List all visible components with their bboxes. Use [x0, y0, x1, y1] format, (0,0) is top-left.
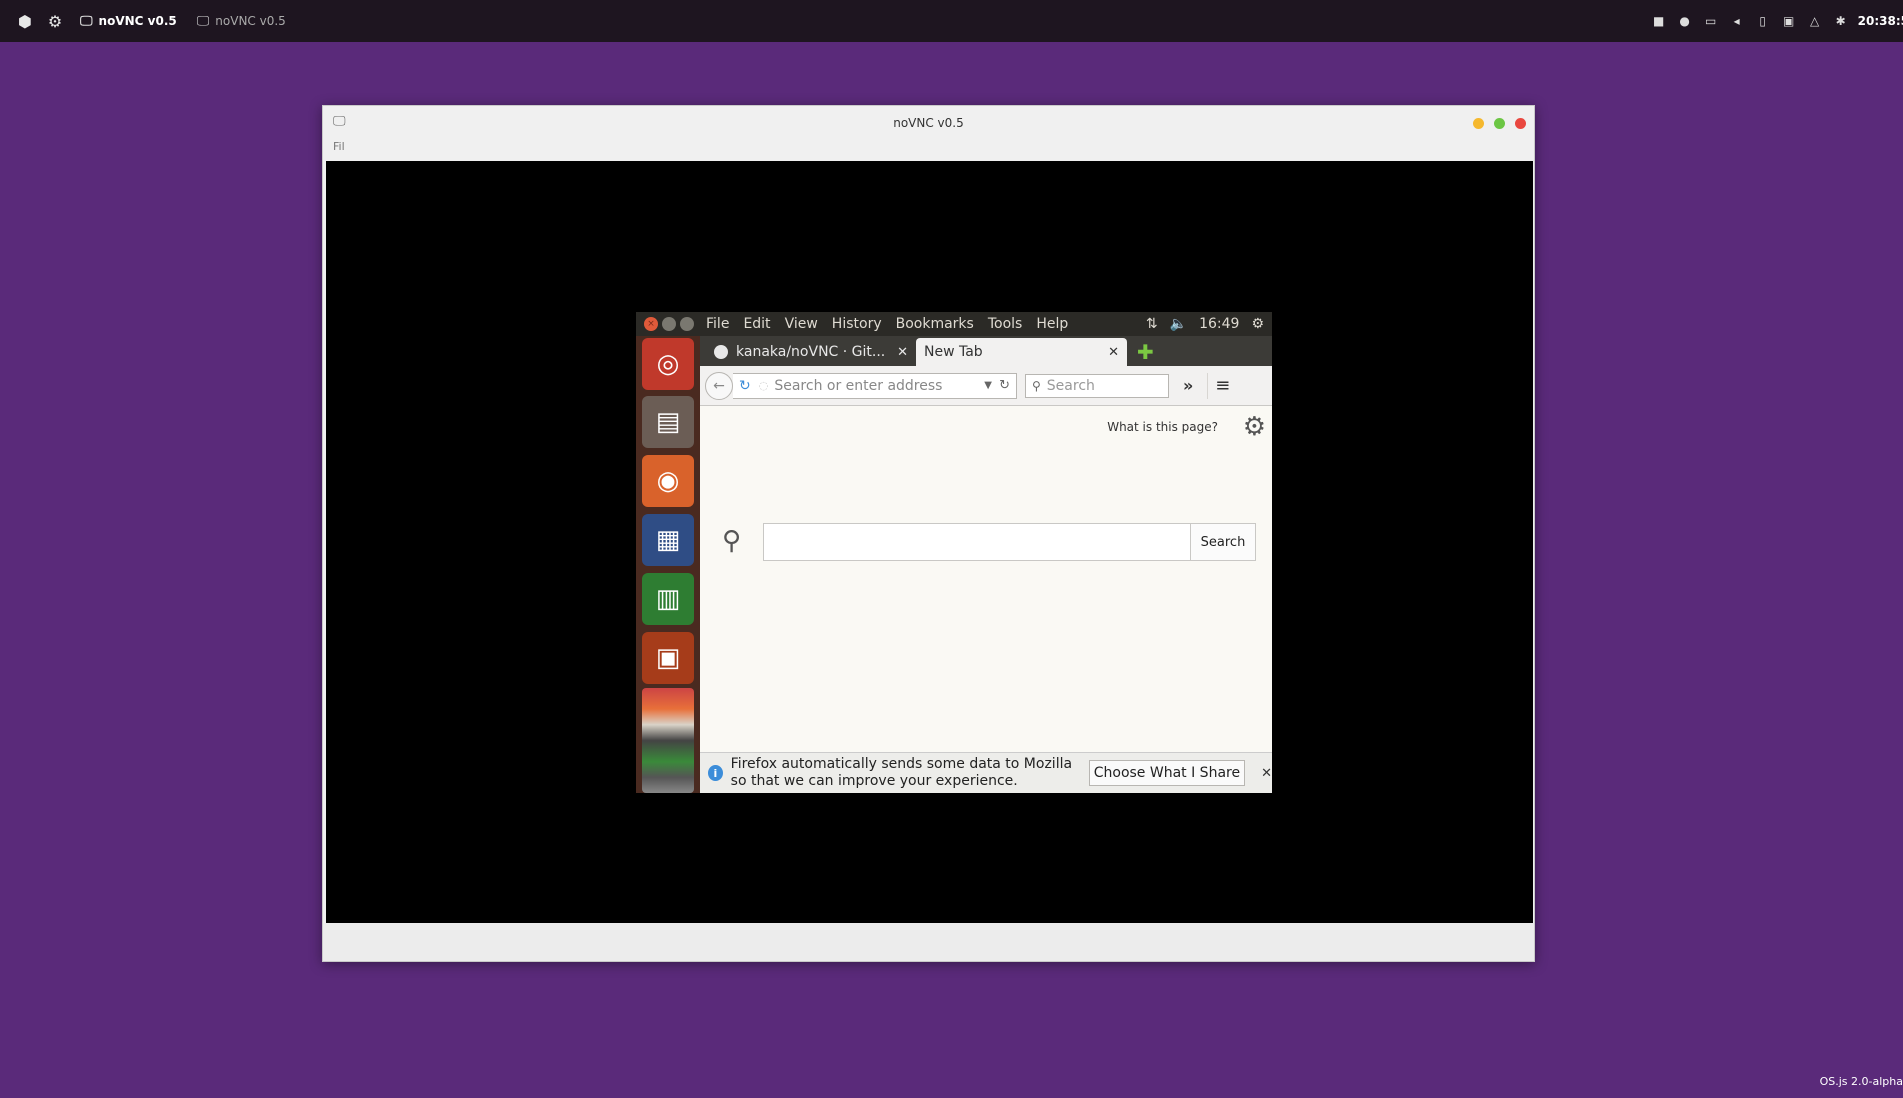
tab-close-icon[interactable]: ✕ [897, 345, 908, 360]
new-tab-page: What is this page? ⚙ ⚲ Search [700, 406, 1272, 752]
dropdown-arrow-icon[interactable]: ▼ [984, 380, 992, 391]
volume-icon[interactable]: ◂ [1728, 12, 1746, 30]
osjs-version-label: OS.js 2.0-alpha [1820, 1075, 1903, 1088]
choose-what-i-share-button[interactable]: Choose What I Share [1088, 760, 1246, 786]
back-button[interactable]: ← [705, 371, 733, 400]
monitor-icon: 🖵 [80, 13, 93, 29]
firefox-navbar: ← ↻ ◌ Search or enter address ▼ ↻ ⚲ Sear… [700, 366, 1272, 406]
newtab-settings-gear-icon[interactable]: ⚙ [1243, 412, 1266, 442]
tab-close-icon[interactable]: ✕ [1108, 345, 1119, 360]
menu-bookmarks[interactable]: Bookmarks [896, 316, 974, 332]
taskbar-window-novnc-2[interactable]: 🖵 noVNC v0.5 [187, 0, 296, 42]
user-icon[interactable]: ● [1676, 12, 1694, 30]
close-button[interactable] [1515, 118, 1526, 129]
settings-gear-icon[interactable]: ⚙ [40, 6, 70, 36]
version-text: OS.js 2.0-alpha [1819, 1075, 1903, 1088]
url-placeholder: Search or enter address [774, 377, 943, 394]
newtab-search-button[interactable]: Search [1191, 523, 1256, 561]
search-icon: ⚲ [1032, 378, 1041, 393]
search-placeholder: Search [1046, 377, 1095, 394]
files-icon[interactable]: ▤ [642, 396, 694, 448]
menu-help[interactable]: Help [1036, 316, 1068, 332]
ubuntu-dash-icon[interactable]: ◎ [642, 338, 694, 390]
tab-label: kanaka/noVNC · Git... [736, 344, 886, 360]
panel-tray: ■ ● ▭ ◂ ▯ ▣ △ ✱ 20:38:5 [1650, 0, 1903, 42]
window-title: noVNC v0.5 [893, 116, 964, 130]
search-icon: ⚲ [722, 526, 742, 556]
what-is-this-page-link[interactable]: What is this page? [1107, 420, 1218, 434]
novnc-window: 🖵 noVNC v0.5 Fil × File Edit View Histor… [322, 105, 1535, 962]
data-sharing-notification: i Firefox automatically sends some data … [700, 752, 1272, 793]
monitor-icon: 🖵 [333, 114, 346, 129]
launcher-more-apps-icon[interactable] [642, 688, 694, 793]
overflow-chevron-icon[interactable]: » [1183, 376, 1193, 395]
hamburger-menu-icon[interactable]: ≡ [1207, 372, 1233, 399]
menu-history[interactable]: History [832, 316, 882, 332]
globe-icon: ◌ [758, 379, 769, 392]
libreoffice-writer-icon[interactable]: ▦ [642, 514, 694, 566]
system-gear-icon[interactable]: ⚙ [1251, 316, 1264, 332]
search-bar[interactable]: ⚲ Search [1025, 373, 1169, 398]
panel-clock[interactable]: 20:38:5 [1858, 14, 1903, 28]
os-panel: ⬢ ⚙ 🖵 noVNC v0.5 🖵 noVNC v0.5 ■ ● ▭ ◂ ▯ … [0, 0, 1903, 42]
menu-edit[interactable]: Edit [743, 316, 770, 332]
firefox-icon[interactable]: ◉ [642, 455, 694, 507]
remote-clock[interactable]: 16:49 [1199, 316, 1239, 332]
info-icon: i [708, 765, 723, 781]
go-reload-icon[interactable]: ↻ [999, 378, 1010, 393]
reload-icon[interactable]: ↻ [739, 378, 751, 394]
window-titlebar[interactable]: 🖵 noVNC v0.5 [323, 106, 1534, 140]
menu-tools[interactable]: Tools [988, 316, 1023, 332]
window-statusbar [323, 923, 1534, 961]
tab-new-tab[interactable]: New Tab ✕ [916, 338, 1127, 366]
remote-desktop[interactable]: × File Edit View History Bookmarks Tools… [636, 312, 1272, 793]
window-icon[interactable]: ▣ [1780, 12, 1798, 30]
wifi-icon[interactable]: △ [1806, 12, 1824, 30]
libreoffice-impress-icon[interactable]: ▣ [642, 632, 694, 684]
remote-maximize-button[interactable] [680, 317, 694, 331]
maximize-button[interactable] [1494, 118, 1505, 129]
notification-close-icon[interactable]: ✕ [1261, 766, 1272, 781]
vnc-canvas[interactable]: × File Edit View History Bookmarks Tools… [326, 161, 1533, 924]
monitor-icon: 🖵 [196, 13, 210, 29]
newtab-search-input[interactable] [763, 523, 1191, 561]
taskbar-window-label: noVNC v0.5 [98, 14, 177, 28]
taskbar-window-label: noVNC v0.5 [215, 14, 286, 28]
tab-label: New Tab [924, 344, 983, 360]
remote-close-button[interactable]: × [644, 317, 658, 331]
remote-menubar: × File Edit View History Bookmarks Tools… [636, 312, 1272, 336]
window-menubar: Fil [323, 140, 1534, 160]
display-icon[interactable]: ▭ [1702, 12, 1720, 30]
taskbar-window-novnc-1[interactable]: 🖵 noVNC v0.5 [70, 0, 187, 42]
menu-file[interactable]: Fil [333, 140, 345, 153]
clipboard-icon[interactable]: ▯ [1754, 12, 1772, 30]
new-tab-button[interactable]: ✚ [1137, 338, 1154, 366]
firefox-tabstrip: kanaka/noVNC · Git... ✕ New Tab ✕ ✚ [700, 336, 1272, 366]
settings-icon[interactable]: ✱ [1832, 12, 1850, 30]
unity-launcher: ◎ ▤ ◉ ▦ ▥ ▣ [636, 336, 700, 793]
minimize-button[interactable] [1473, 118, 1484, 129]
remote-minimize-button[interactable] [662, 317, 676, 331]
github-icon [714, 345, 728, 359]
network-transfer-icon[interactable]: ⇅ [1146, 316, 1158, 332]
notification-text: Firefox automatically sends some data to… [730, 756, 1073, 789]
menu-view[interactable]: View [785, 316, 818, 332]
libreoffice-calc-icon[interactable]: ▥ [642, 573, 694, 625]
volume-icon[interactable]: 🔈 [1170, 316, 1187, 332]
url-bar[interactable]: ↻ ◌ Search or enter address ▼ ↻ [733, 372, 1017, 399]
menu-file[interactable]: File [706, 316, 729, 332]
tab-github[interactable]: kanaka/noVNC · Git... ✕ [700, 338, 916, 366]
app-menu-icon[interactable]: ⬢ [10, 6, 40, 36]
network-icon[interactable]: ■ [1650, 12, 1668, 30]
